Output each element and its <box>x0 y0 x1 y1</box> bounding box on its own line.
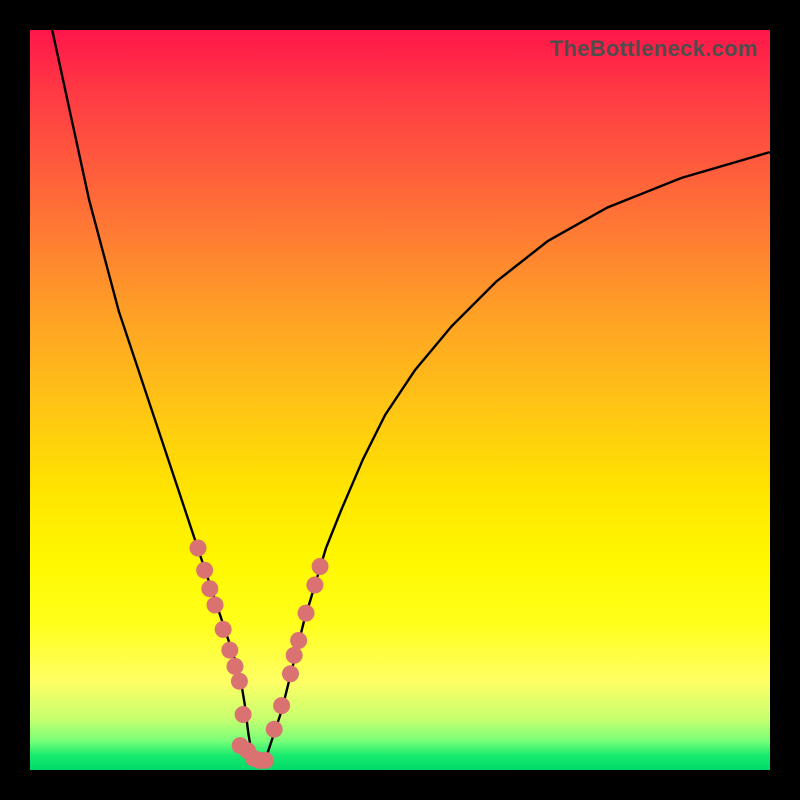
data-bead <box>273 697 290 714</box>
data-bead <box>189 540 206 557</box>
plot-area: TheBottleneck.com <box>30 30 770 770</box>
data-bead <box>221 642 238 659</box>
chart-container: TheBottleneck.com <box>0 0 800 800</box>
data-bead <box>266 721 283 738</box>
data-bead <box>290 632 307 649</box>
data-bead <box>196 562 213 579</box>
data-bead <box>298 605 315 622</box>
left-curve-path <box>52 30 252 755</box>
data-bead <box>207 596 224 613</box>
right-curve-path <box>267 152 770 755</box>
data-bead <box>235 706 252 723</box>
data-bead <box>282 665 299 682</box>
data-bead <box>306 577 323 594</box>
data-bead <box>286 647 303 664</box>
data-bead <box>226 658 243 675</box>
data-point-beads <box>189 540 328 769</box>
data-bead <box>231 673 248 690</box>
data-bead <box>215 621 232 638</box>
data-bead <box>312 558 329 575</box>
chart-svg <box>30 30 770 770</box>
data-bead <box>201 580 218 597</box>
data-bead <box>257 752 274 769</box>
